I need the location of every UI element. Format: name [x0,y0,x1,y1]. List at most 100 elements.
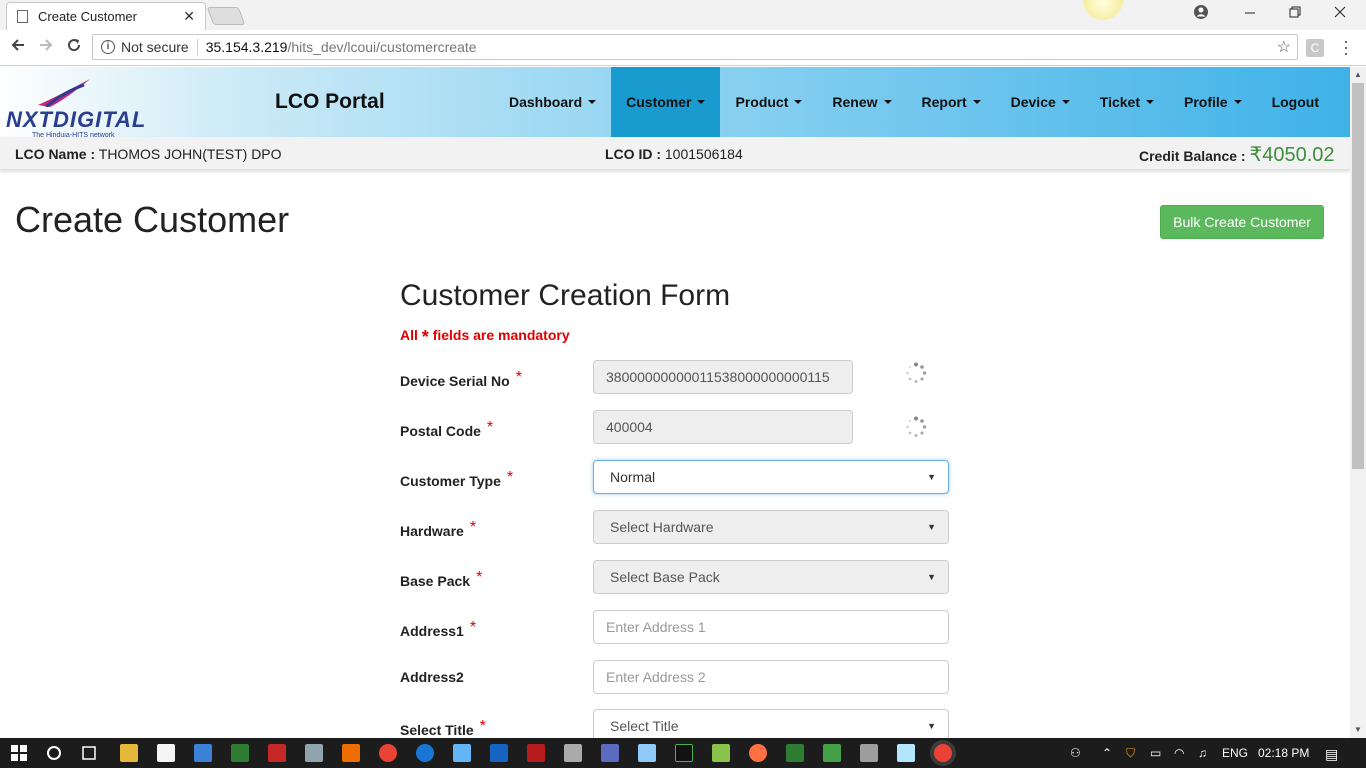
nxtdigital-logo[interactable]: NXTDIGITAL The Hinduja-HITS network [6,77,166,139]
mandatory-prefix: All [400,327,418,343]
remote-desktop-icon[interactable] [453,744,471,762]
network-app-icon[interactable] [231,744,249,762]
clock[interactable]: 02:18 PM [1258,746,1309,760]
base-pack-select[interactable]: Select Base Pack ▼ [593,560,949,594]
android-icon[interactable] [712,744,730,762]
drive-icon[interactable] [601,744,619,762]
dropdown-arrow-icon: ▼ [927,721,936,731]
profile-icon[interactable] [1193,4,1209,25]
nav-customer[interactable]: Customer [611,67,721,137]
browser-menu-icon[interactable]: · · · [1343,32,1349,62]
dropdown-arrow-icon: ▼ [927,522,936,532]
nav-label: Customer [626,94,692,110]
page-viewport: NXTDIGITAL The Hinduja-HITS network LCO … [0,67,1350,738]
reload-icon[interactable] [66,37,82,58]
notepad-icon[interactable] [897,744,915,762]
scroll-down-icon[interactable]: ▼ [1354,725,1362,734]
nav-product[interactable]: Product [720,67,817,137]
close-window-icon[interactable] [1334,4,1346,25]
language-indicator[interactable]: ENG [1222,746,1248,760]
caret-down-icon [1061,100,1070,104]
security-shield-icon[interactable] [527,744,545,762]
lco-id-label: LCO ID : [605,146,661,162]
lco-name-value: THOMOS JOHN(TEST) DPO [98,146,282,162]
select-value: Normal [610,469,656,485]
app-green-icon[interactable] [823,744,841,762]
file-explorer-icon[interactable] [120,744,138,762]
lco-name-label: LCO Name : [15,146,96,162]
tray-chevron-icon[interactable]: ⌃ [1102,746,1112,760]
vpn-icon[interactable] [305,744,323,762]
battery-icon[interactable]: ▭ [1150,746,1161,760]
bulk-create-customer-button[interactable]: Bulk Create Customer [1160,205,1324,239]
required-star: * [515,369,522,386]
scroll-thumb[interactable] [1352,83,1364,469]
mcafee-icon[interactable] [268,744,286,762]
nav-profile[interactable]: Profile [1169,67,1257,137]
forward-icon[interactable] [38,37,54,58]
pycharm-icon[interactable] [675,744,693,762]
extension-icon[interactable]: C [1306,39,1324,57]
store-icon[interactable] [157,744,175,762]
address1-input[interactable]: Enter Address 1 [593,610,949,644]
tab-close-icon[interactable]: ✕ [183,8,195,25]
search-icon[interactable] [45,744,63,762]
nav-device[interactable]: Device [996,67,1085,137]
settings-gear-icon[interactable] [860,744,878,762]
hardware-label: Hardware * [400,519,476,541]
new-tab-button[interactable] [206,7,246,25]
page-scrollbar[interactable]: ▲ ▼ [1350,67,1366,738]
notification-icon[interactable]: ▤ [1325,746,1338,763]
credit-balance: Credit Balance : ₹4050.02 [1139,142,1335,167]
notes-icon[interactable] [638,744,656,762]
task-view-icon[interactable] [80,744,98,762]
nav-label: Report [921,94,967,110]
nav-renew[interactable]: Renew [817,67,906,137]
tool-icon[interactable] [564,744,582,762]
caret-down-icon [1233,100,1242,104]
address-bar[interactable]: i Not secure 35.154.3.219 /hits_dev/lcou… [92,34,1298,60]
address2-input[interactable]: Enter Address 2 [593,660,949,694]
wifi-icon[interactable]: ◠ [1174,746,1184,760]
required-star: * [469,519,477,536]
back-icon[interactable] [10,37,26,58]
divider [196,39,198,55]
shield-icon[interactable]: ⛉ [1126,746,1135,761]
people-icon[interactable]: ⚇ [1070,746,1081,760]
hardware-select[interactable]: Select Hardware ▼ [593,510,949,544]
loading-spinner-icon [906,362,927,383]
scroll-up-icon[interactable]: ▲ [1354,70,1362,79]
editor-icon[interactable] [490,744,508,762]
restore-icon[interactable] [1289,4,1301,25]
nav-dashboard[interactable]: Dashboard [494,67,611,137]
label-text: Customer Type [400,473,501,489]
volume-icon[interactable]: ♫ [1198,746,1207,760]
nav-logout[interactable]: Logout [1257,67,1334,137]
teamviewer-icon[interactable] [416,744,434,762]
lco-id: LCO ID : 1001506184 [605,146,743,162]
sheets-icon[interactable] [786,744,804,762]
info-icon[interactable]: i [101,40,115,54]
windows-taskbar: ⚇ ⌃ ⛉ ▭ ◠ ♫ ENG 02:18 PM ▤ [0,738,1366,768]
chrome-icon[interactable] [379,744,397,762]
url-path: /hits_dev/lcoui/customercreate [287,39,477,55]
customer-type-label: Customer Type * [400,469,513,491]
app-window-icon[interactable] [194,744,212,762]
logo-swoosh-icon [38,79,90,107]
minimize-icon[interactable] [1244,4,1256,25]
bookmark-star-icon[interactable]: ☆ [1277,37,1291,57]
chrome-active-icon[interactable] [934,744,952,762]
label-text: Postal Code [400,423,481,439]
screenshot-tool-icon[interactable] [342,744,360,762]
dropdown-arrow-icon: ▼ [927,472,936,482]
nav-ticket[interactable]: Ticket [1085,67,1169,137]
form-title: Customer Creation Form [400,279,731,312]
browser-tab[interactable]: Create Customer ✕ [6,2,206,30]
customer-type-select[interactable]: Normal ▼ [593,460,949,494]
windows-start-icon[interactable] [10,744,28,762]
title-select[interactable]: Select Title ▼ [593,709,949,738]
nav-report[interactable]: Report [907,67,996,137]
required-star: * [506,469,514,486]
address2-label: Address2 [400,669,464,685]
firefox-icon[interactable] [749,744,767,762]
